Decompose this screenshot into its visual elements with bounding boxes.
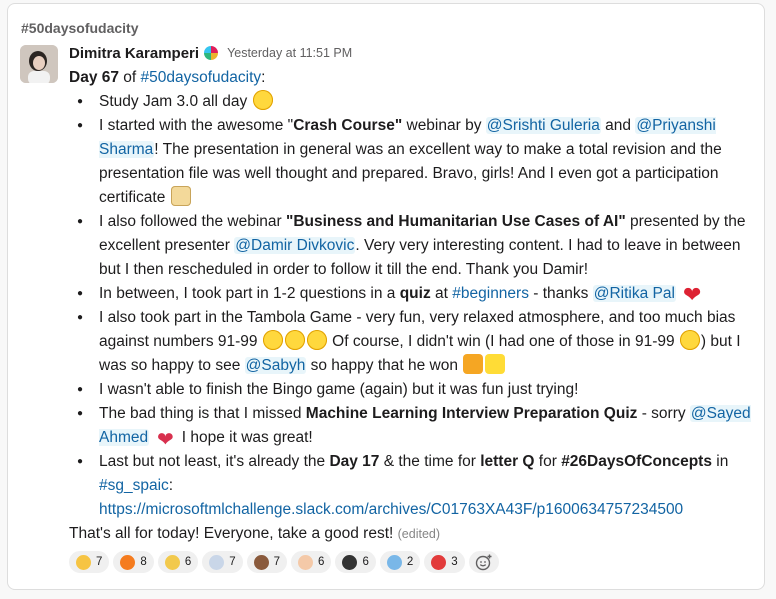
item-text: : (168, 477, 174, 494)
item-text: I hope it was great! (177, 429, 313, 446)
reaction-count: 6 (318, 556, 325, 568)
reaction-pill[interactable]: 6 (291, 551, 332, 573)
reaction-pill[interactable]: 6 (335, 551, 376, 573)
list-item: The bad thing is that I missed Machine L… (77, 402, 759, 451)
item-text: The bad thing is that I missed (99, 405, 306, 422)
item-bold: letter Q (480, 453, 535, 470)
list-item: I also took part in the Tambola Game - v… (77, 306, 759, 378)
message-list: Study Jam 3.0 all day I started with the… (69, 90, 759, 522)
reaction-pill[interactable]: 7 (202, 551, 243, 573)
item-text: in (711, 453, 729, 470)
edited-label: (edited) (397, 527, 441, 541)
add-emoji-icon (475, 554, 492, 571)
udacity-badge-icon (204, 46, 219, 60)
rofl-emoji-icon (679, 330, 700, 350)
pikachu-emoji-icon (485, 354, 506, 374)
avatar-image (20, 45, 58, 83)
thumbs-up-brown-icon (253, 554, 269, 570)
timestamp[interactable]: Yesterday at 11:51 PM (227, 46, 352, 60)
channel-name[interactable]: #50daysofudacity (21, 20, 139, 36)
intro-colon: : (261, 69, 266, 86)
item-text: I started with the awesome " (99, 117, 294, 134)
item-text: - sorry (637, 405, 690, 422)
rofl-emoji-icon (262, 330, 283, 350)
reaction-pill[interactable]: 3 (424, 551, 465, 573)
item-text: & the time for (379, 453, 481, 470)
intro-of: of (118, 69, 141, 86)
reaction-count: 8 (140, 556, 147, 568)
add-reaction-button[interactable] (468, 551, 499, 573)
reaction-count: 7 (229, 556, 236, 568)
item-text: Last but not least, it's already the (99, 453, 330, 470)
penguin-icon (342, 554, 358, 570)
reaction-count: 6 (184, 556, 192, 568)
rocket-icon (209, 554, 225, 570)
item-text: I wasn't able to finish the Bingo game (… (99, 381, 579, 398)
item-bold: Day 17 (329, 453, 380, 470)
reaction-count: 6 (362, 556, 369, 568)
item-text: at (430, 285, 453, 302)
raised-hands-icon (76, 554, 91, 570)
item-bold: Machine Learning Interview Preparation Q… (305, 405, 638, 422)
celebration-emoji-icon (463, 354, 484, 374)
reactions-bar: 7 8 6 7 7 6 6 2 3 (69, 551, 499, 573)
list-item: I wasn't able to finish the Bingo game (… (77, 378, 759, 402)
reaction-count: 2 (406, 556, 414, 568)
clapping-yellow-icon (164, 554, 180, 570)
hashtag-link[interactable]: #50daysofudacity (141, 69, 262, 86)
star-struck-emoji-icon (252, 90, 273, 110)
item-text: Of course, I didn't win (I had one of th… (327, 333, 679, 350)
list-item: Study Jam 3.0 all day (77, 90, 759, 114)
list-item: In between, I took part in 1-2 questions… (77, 282, 759, 307)
message-body: Day 67 of #50daysofudacity: Study Jam 3.… (69, 66, 759, 546)
item-text: In between, I took part in 1-2 questions… (99, 285, 400, 302)
reaction-count: 7 (273, 556, 281, 568)
channel-link[interactable]: #beginners (452, 285, 529, 302)
item-bold: #26DaysOfConcepts (561, 453, 712, 470)
reaction-pill[interactable]: 2 (379, 551, 421, 573)
user-mention[interactable]: @Ritika Pal (592, 285, 676, 302)
reaction-pill[interactable]: 8 (113, 551, 154, 573)
list-item: I started with the awesome "Crash Course… (77, 114, 759, 210)
mending-heart-emoji-icon: ❤ (157, 429, 174, 451)
user-mention[interactable]: @Damir Divkovic (234, 237, 356, 254)
item-text: webinar by (402, 117, 486, 134)
list-item: I also followed the webinar "Business an… (77, 210, 759, 282)
alert-icon (431, 554, 447, 570)
reaction-pill[interactable]: 7 (246, 551, 288, 573)
rofl-emoji-icon (284, 330, 305, 350)
reaction-count: 3 (451, 556, 458, 568)
author-name[interactable]: Dimitra Karamperi (69, 45, 199, 62)
intro-day: Day 67 (69, 69, 119, 86)
rofl-emoji-icon (306, 330, 327, 350)
item-text: and (600, 117, 636, 134)
avatar[interactable] (20, 45, 58, 83)
message-intro: Day 67 of #50daysofudacity: (69, 66, 759, 90)
archive-url-link[interactable]: https://microsoftmlchallenge.slack.com/a… (99, 501, 683, 518)
item-bold: Crash Course" (293, 117, 403, 134)
list-item: Last but not least, it's already the Day… (77, 450, 759, 522)
user-mention[interactable]: @Sabyh (244, 357, 307, 374)
item-bold: quiz (399, 285, 431, 302)
reaction-pill[interactable]: 6 (157, 551, 199, 573)
user-mention[interactable]: @Srishti Guleria (485, 117, 601, 134)
diploma-emoji-icon (170, 186, 191, 206)
clap-icon (298, 554, 314, 570)
red-heart-emoji-icon: ❤ (683, 282, 702, 307)
reaction-pill[interactable]: 7 (69, 551, 110, 573)
item-text: Study Jam 3.0 all day (99, 93, 252, 110)
item-bold: "Business and Humanitarian Use Cases of … (285, 213, 626, 230)
item-text: for (534, 453, 562, 470)
channel-link[interactable]: #sg_spaic (99, 477, 169, 494)
message-header: Dimitra Karamperi Yesterday at 11:51 PM (69, 44, 352, 62)
item-text: I also followed the webinar (99, 213, 286, 230)
outro-text: That's all for today! Everyone, take a g… (69, 525, 398, 542)
thank-you-icon (386, 554, 402, 570)
reaction-count: 7 (96, 556, 103, 568)
message-outro: That's all for today! Everyone, take a g… (69, 522, 759, 546)
fire-icon (120, 554, 136, 570)
item-text: so happy that he won (306, 357, 463, 374)
item-text: ! The presentation in general was an exc… (99, 141, 722, 206)
item-text: - thanks (528, 285, 593, 302)
